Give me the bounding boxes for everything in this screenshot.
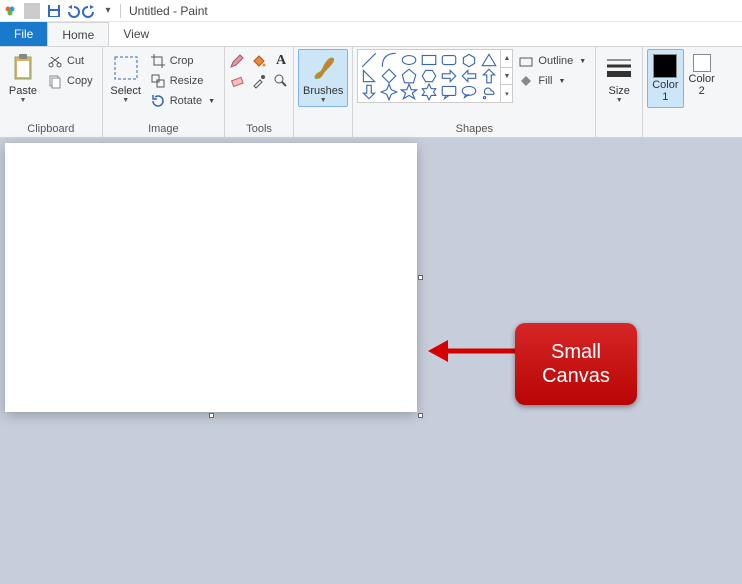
chevron-down-icon: ▼ [208, 98, 215, 105]
chevron-down-icon: ▼ [579, 58, 586, 65]
shape-pentagon[interactable] [400, 68, 418, 84]
shape-star5[interactable] [400, 84, 418, 100]
shape-polygon[interactable] [460, 52, 478, 68]
crop-icon [150, 53, 166, 69]
shape-arrow-left[interactable] [460, 68, 478, 84]
shape-line[interactable] [360, 52, 378, 68]
shape-roundrect[interactable] [440, 52, 458, 68]
color1-button[interactable]: Color 1 [647, 49, 683, 108]
app-icon [2, 3, 18, 19]
shape-star4[interactable] [380, 84, 398, 100]
chevron-down-icon: ▼ [122, 97, 129, 104]
title-bar: ▾ Untitled - Paint [0, 0, 742, 22]
tab-file[interactable]: File [0, 22, 47, 46]
ribbon-tabs: File Home View [0, 22, 742, 46]
shape-diamond[interactable] [380, 68, 398, 84]
resize-handle-right[interactable] [418, 275, 423, 280]
color2-button[interactable]: Color 2 [684, 49, 720, 102]
group-clipboard: Paste ▼ Cut Copy Clipboard [0, 47, 103, 137]
tab-view[interactable]: View [109, 22, 163, 46]
quick-access-toolbar: ▾ [2, 3, 116, 19]
rotate-icon [150, 93, 166, 109]
pencil-tool[interactable] [229, 53, 245, 69]
group-shapes: ▲ ▼ ▾ Outline ▼ Fill ▼ Shapes [353, 47, 596, 137]
resize-button[interactable]: Resize [145, 71, 220, 91]
shape-rtriangle[interactable] [360, 68, 378, 84]
color1-swatch [653, 54, 677, 78]
save-icon[interactable] [46, 3, 62, 19]
group-tools: A Tools [225, 47, 294, 137]
text-tool[interactable]: A [273, 53, 289, 69]
chevron-down-icon: ▼ [558, 78, 565, 85]
fill-button[interactable]: Fill ▼ [513, 71, 591, 91]
fill-icon [518, 73, 534, 89]
brush-icon [307, 52, 339, 84]
tab-home[interactable]: Home [47, 22, 109, 46]
shape-triangle[interactable] [480, 52, 498, 68]
cut-button[interactable]: Cut [42, 51, 98, 71]
shape-callout-rect[interactable] [440, 84, 458, 100]
shape-star6[interactable] [420, 84, 438, 100]
brushes-button[interactable]: Brushes ▼ [298, 49, 348, 107]
stroke-size-icon [603, 52, 635, 84]
copy-icon [47, 73, 63, 89]
undo-icon[interactable] [64, 3, 80, 19]
outline-button[interactable]: Outline ▼ [513, 51, 591, 71]
shape-oval[interactable] [400, 52, 418, 68]
selection-icon [110, 52, 142, 84]
workspace[interactable]: Small Canvas [0, 138, 742, 584]
eraser-tool[interactable] [229, 73, 245, 89]
group-size: Size ▼ [596, 47, 643, 137]
shape-callout-oval[interactable] [460, 84, 478, 100]
scissors-icon [47, 53, 63, 69]
divider [24, 3, 40, 19]
paste-button[interactable]: Paste ▼ [4, 49, 42, 107]
clipboard-icon [7, 52, 39, 84]
customize-qat-icon[interactable]: ▾ [100, 3, 116, 19]
shapes-row-down[interactable]: ▼ [501, 67, 512, 85]
outline-icon [518, 53, 534, 69]
shapes-row-up[interactable]: ▲ [501, 50, 512, 67]
group-colors: Color 1 Color 2 [643, 47, 724, 137]
crop-button[interactable]: Crop [145, 51, 220, 71]
copy-button[interactable]: Copy [42, 71, 98, 91]
divider [120, 4, 121, 18]
shape-hexagon[interactable] [420, 68, 438, 84]
redo-icon[interactable] [82, 3, 98, 19]
ribbon: Paste ▼ Cut Copy Clipboard [0, 46, 742, 138]
window-title: Untitled - Paint [129, 4, 208, 18]
shapes-expand[interactable]: ▾ [501, 84, 512, 102]
shape-callout-cloud[interactable] [480, 84, 498, 100]
group-brushes: Brushes ▼ [294, 47, 353, 137]
resize-handle-corner[interactable] [418, 413, 423, 418]
size-button[interactable]: Size ▼ [600, 49, 638, 107]
chevron-down-icon: ▼ [616, 97, 623, 104]
fill-tool[interactable] [251, 53, 267, 69]
shape-curve[interactable] [380, 52, 398, 68]
annotation-callout: Small Canvas [515, 323, 637, 405]
resize-handle-bottom[interactable] [209, 413, 214, 418]
chevron-down-icon: ▼ [20, 97, 27, 104]
color2-swatch [693, 54, 711, 72]
shape-arrow-right[interactable] [440, 68, 458, 84]
shape-arrow-up[interactable] [480, 68, 498, 84]
shape-arrow-down[interactable] [360, 84, 378, 100]
rotate-button[interactable]: Rotate ▼ [145, 91, 220, 111]
chevron-down-icon: ▼ [320, 97, 327, 104]
magnifier-tool[interactable] [273, 73, 289, 89]
annotation-arrow [428, 336, 518, 366]
resize-icon [150, 73, 166, 89]
group-image: Select ▼ Crop Resize Rotate ▼ Image [103, 47, 225, 137]
shape-rect[interactable] [420, 52, 438, 68]
select-button[interactable]: Select ▼ [107, 49, 145, 107]
picker-tool[interactable] [251, 73, 267, 89]
canvas[interactable] [5, 143, 417, 412]
